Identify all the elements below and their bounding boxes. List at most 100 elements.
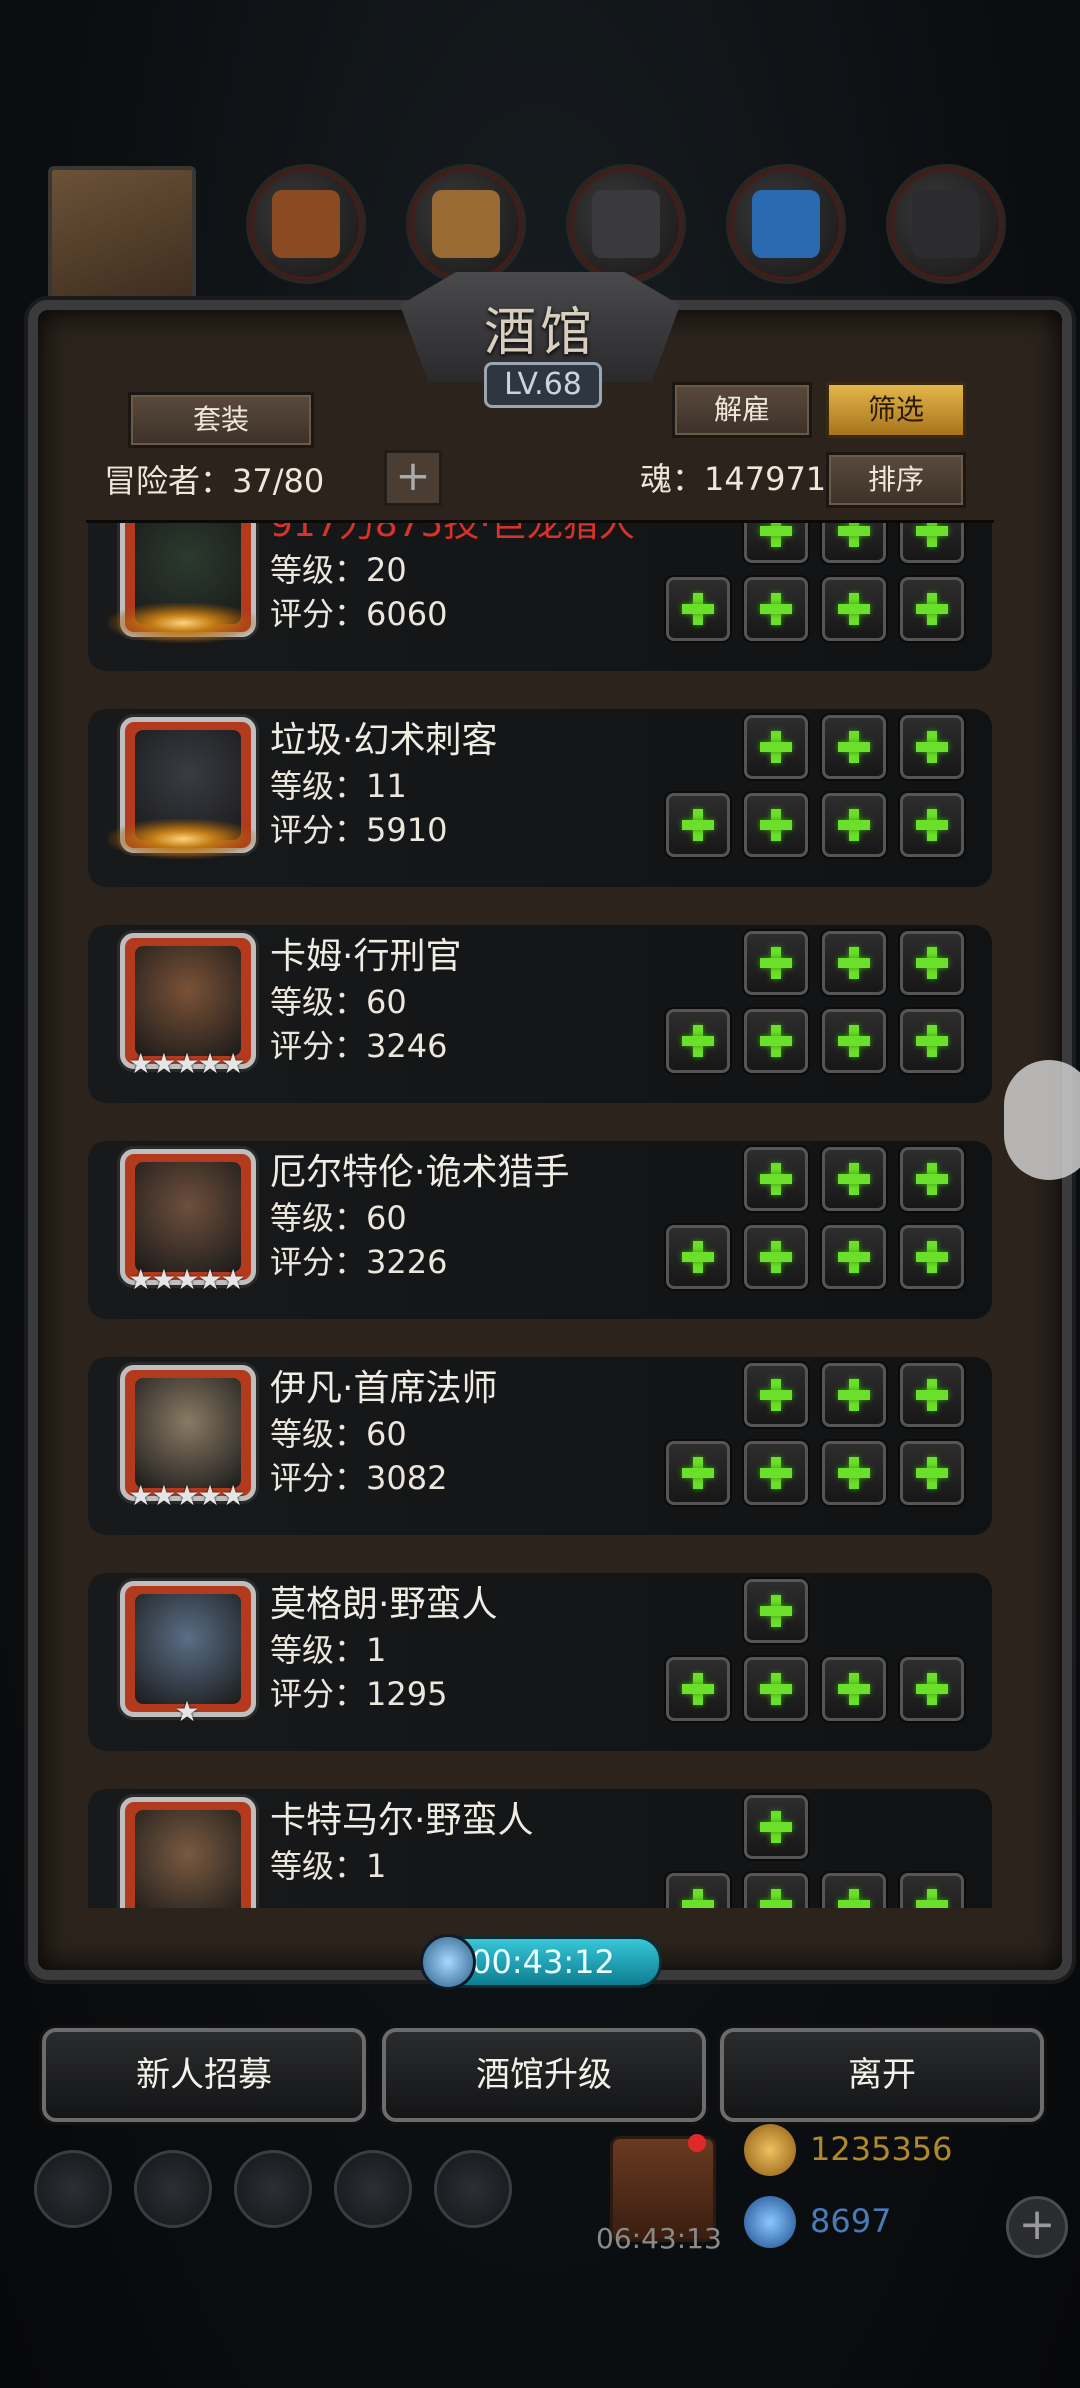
- plus-icon: [758, 1239, 794, 1275]
- hero-name: 垃圾·幻术刺客: [270, 720, 498, 761]
- equipment-slot[interactable]: [744, 793, 808, 857]
- hero-portrait[interactable]: [120, 1797, 256, 1908]
- hero-card[interactable]: 917力875技·巨龙猎人 等级：20 评分：6060: [88, 520, 992, 671]
- guild-icon[interactable]: [234, 2150, 312, 2228]
- equipment-slot[interactable]: [822, 523, 886, 563]
- equipment-slot[interactable]: [900, 523, 964, 563]
- plus-icon: [836, 807, 872, 843]
- equipment-slot[interactable]: [744, 931, 808, 995]
- equipment-slot[interactable]: [666, 1225, 730, 1289]
- equipment-slot[interactable]: [744, 1441, 808, 1505]
- tavern-upgrade-button[interactable]: 酒馆升级: [382, 2028, 706, 2122]
- equipment-slot[interactable]: [900, 1363, 964, 1427]
- resource-slot-iron[interactable]: [566, 164, 686, 284]
- equipment-slot[interactable]: [900, 1225, 964, 1289]
- mail-icon[interactable]: [334, 2150, 412, 2228]
- plus-icon: [836, 1023, 872, 1059]
- hero-list[interactable]: 917力875技·巨龙猎人 等级：20 评分：6060 垃圾·幻术刺客 等级：11 评分：…: [86, 520, 994, 1908]
- ranking-icon[interactable]: [434, 2150, 512, 2228]
- equipment-slot[interactable]: [822, 1225, 886, 1289]
- equipment-slot[interactable]: [744, 715, 808, 779]
- equipment-slot[interactable]: [900, 1873, 964, 1908]
- equipment-slot[interactable]: [822, 931, 886, 995]
- floating-assist-button[interactable]: [1004, 1060, 1080, 1180]
- leave-button[interactable]: 离开: [720, 2028, 1044, 2122]
- equipment-slot[interactable]: [666, 1441, 730, 1505]
- filter-button[interactable]: 筛选: [826, 382, 966, 438]
- plus-icon: [758, 807, 794, 843]
- equipment-slot[interactable]: [666, 1873, 730, 1908]
- equipment-slot[interactable]: [822, 715, 886, 779]
- equipment-slot[interactable]: [744, 1147, 808, 1211]
- equipment-slot[interactable]: [900, 1657, 964, 1721]
- equipment-slot[interactable]: [900, 577, 964, 641]
- equipment-slot[interactable]: [744, 1363, 808, 1427]
- star-rating: ★★★★★: [128, 1479, 246, 1512]
- player-avatar[interactable]: [48, 166, 196, 314]
- sort-button[interactable]: 排序: [826, 452, 966, 508]
- hero-name: 伊凡·首席法师: [270, 1368, 498, 1409]
- equipment-slot[interactable]: [900, 715, 964, 779]
- equipment-slot[interactable]: [744, 523, 808, 563]
- equipment-slot[interactable]: [900, 931, 964, 995]
- hero-card[interactable]: ★ 莫格朗·野蛮人 等级：1 评分：1295: [88, 1573, 992, 1751]
- dismiss-button[interactable]: 解雇: [672, 382, 812, 438]
- hero-card[interactable]: 卡特马尔·野蛮人 等级：1: [88, 1789, 992, 1908]
- gold-coin-icon: [744, 2124, 796, 2176]
- equipment-slot[interactable]: [900, 793, 964, 857]
- equipment-slot[interactable]: [822, 1009, 886, 1073]
- equipment-slot[interactable]: [744, 1657, 808, 1721]
- gift-timer: 06:43:13: [596, 2222, 722, 2255]
- equipment-slot[interactable]: [822, 1441, 886, 1505]
- legendary-medal-icon: [108, 819, 258, 859]
- plus-icon: [680, 1671, 716, 1707]
- hero-card[interactable]: 垃圾·幻术刺客 等级：11 评分：5910: [88, 709, 992, 887]
- equipment-slot[interactable]: [744, 577, 808, 641]
- achievement-star-icon[interactable]: [134, 2150, 212, 2228]
- hero-card[interactable]: ★★★★★ 卡姆·行刑官 等级：60 评分：3246: [88, 925, 992, 1103]
- equipment-slot[interactable]: [744, 1873, 808, 1908]
- plus-icon: [758, 1593, 794, 1629]
- resource-slot-leather[interactable]: [246, 164, 366, 284]
- page-title: 酒馆: [483, 303, 596, 363]
- equipment-slot[interactable]: [822, 1147, 886, 1211]
- star-rating: ★: [174, 1695, 199, 1728]
- hero-card[interactable]: ★★★★★ 厄尔特伦·诡术猎手 等级：60 评分：3226: [88, 1141, 992, 1319]
- recruit-button[interactable]: 新人招募: [42, 2028, 366, 2122]
- plus-icon: [914, 1455, 950, 1491]
- equipment-slot[interactable]: [822, 793, 886, 857]
- resource-slot-crystal[interactable]: [726, 164, 846, 284]
- equipment-slot[interactable]: [666, 1009, 730, 1073]
- notification-dot: [688, 2134, 706, 2152]
- equipment-slot[interactable]: [822, 577, 886, 641]
- equipment-slot[interactable]: [744, 1579, 808, 1643]
- equipment-slot[interactable]: [900, 1009, 964, 1073]
- expand-capacity-button[interactable]: +: [384, 450, 442, 506]
- hero-score: 评分：3082: [270, 1459, 448, 1497]
- hero-level: 等级：60: [270, 983, 407, 1021]
- plus-icon: [914, 1377, 950, 1413]
- settings-gear-icon[interactable]: [34, 2150, 112, 2228]
- hero-name: 917力875技·巨龙猎人: [270, 520, 635, 545]
- equipment-slot[interactable]: [666, 577, 730, 641]
- equipment-slot[interactable]: [666, 793, 730, 857]
- add-gems-button[interactable]: +: [1006, 2196, 1068, 2258]
- equipment-slot[interactable]: [744, 1225, 808, 1289]
- hero-face-image: [135, 946, 241, 1056]
- resource-slot-wood[interactable]: [406, 164, 526, 284]
- equipment-slot[interactable]: [822, 1363, 886, 1427]
- plus-icon: [836, 1671, 872, 1707]
- equipment-slot[interactable]: [744, 1795, 808, 1859]
- equipment-slot[interactable]: [744, 1009, 808, 1073]
- equipment-slot[interactable]: [666, 1657, 730, 1721]
- equipment-slot[interactable]: [822, 1873, 886, 1908]
- equipment-slot[interactable]: [900, 1147, 964, 1211]
- equipment-slot[interactable]: [822, 1657, 886, 1721]
- resource-slot-stone[interactable]: [886, 164, 1006, 284]
- hero-card[interactable]: ★★★★★ 伊凡·首席法师 等级：60 评分：3082: [88, 1357, 992, 1535]
- plus-icon: [680, 1239, 716, 1275]
- equipment-slot[interactable]: [900, 1441, 964, 1505]
- plus-icon: [914, 1887, 950, 1908]
- plus-icon: [836, 1887, 872, 1908]
- suit-button[interactable]: 套装: [128, 392, 314, 448]
